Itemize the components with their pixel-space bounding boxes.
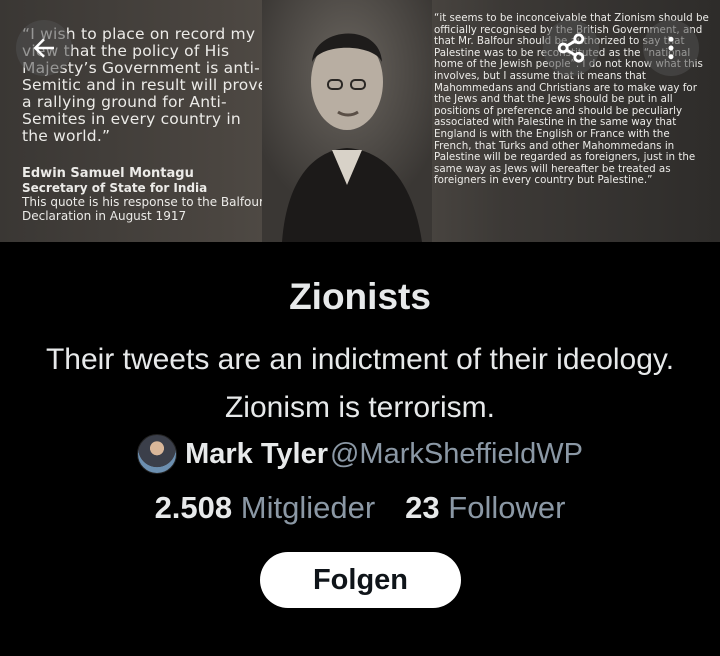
- banner-author-name: Edwin Samuel Montagu: [22, 166, 194, 181]
- share-button[interactable]: [543, 20, 599, 76]
- banner-author-role: Secretary of State for India: [22, 181, 208, 195]
- list-banner-image: “I wish to place on record my view that …: [0, 0, 720, 242]
- more-vertical-icon: [668, 36, 674, 60]
- share-icon: [557, 33, 585, 63]
- members-count: 2.508: [154, 490, 233, 525]
- list-stats: 2.508 Mitglieder 23 Follower: [0, 490, 720, 526]
- back-button[interactable]: [16, 20, 72, 76]
- list-title: Zionists: [289, 276, 431, 317]
- follow-button[interactable]: Folgen: [260, 552, 461, 608]
- owner-display-name[interactable]: Mark Tyler: [185, 438, 328, 471]
- banner-author-block: Edwin Samuel Montagu Secretary of State …: [22, 166, 282, 223]
- members-label: Mitglieder: [240, 490, 376, 525]
- list-description: Their tweets are an indictment of their …: [45, 343, 675, 424]
- list-owner[interactable]: Mark Tyler @MarkSheffieldWP: [0, 434, 720, 474]
- followers-stat[interactable]: 23 Follower: [405, 490, 565, 526]
- followers-label: Follower: [448, 490, 566, 525]
- members-stat[interactable]: 2.508 Mitglieder: [155, 490, 376, 526]
- owner-handle[interactable]: @MarkSheffieldWP: [330, 438, 583, 471]
- banner-author-note: This quote is his response to the Balfou…: [22, 195, 264, 223]
- arrow-left-icon: [33, 38, 54, 58]
- portrait-photo: [262, 0, 432, 242]
- more-options-button[interactable]: [643, 20, 699, 76]
- owner-avatar[interactable]: [137, 434, 178, 474]
- followers-count: 23: [405, 490, 440, 525]
